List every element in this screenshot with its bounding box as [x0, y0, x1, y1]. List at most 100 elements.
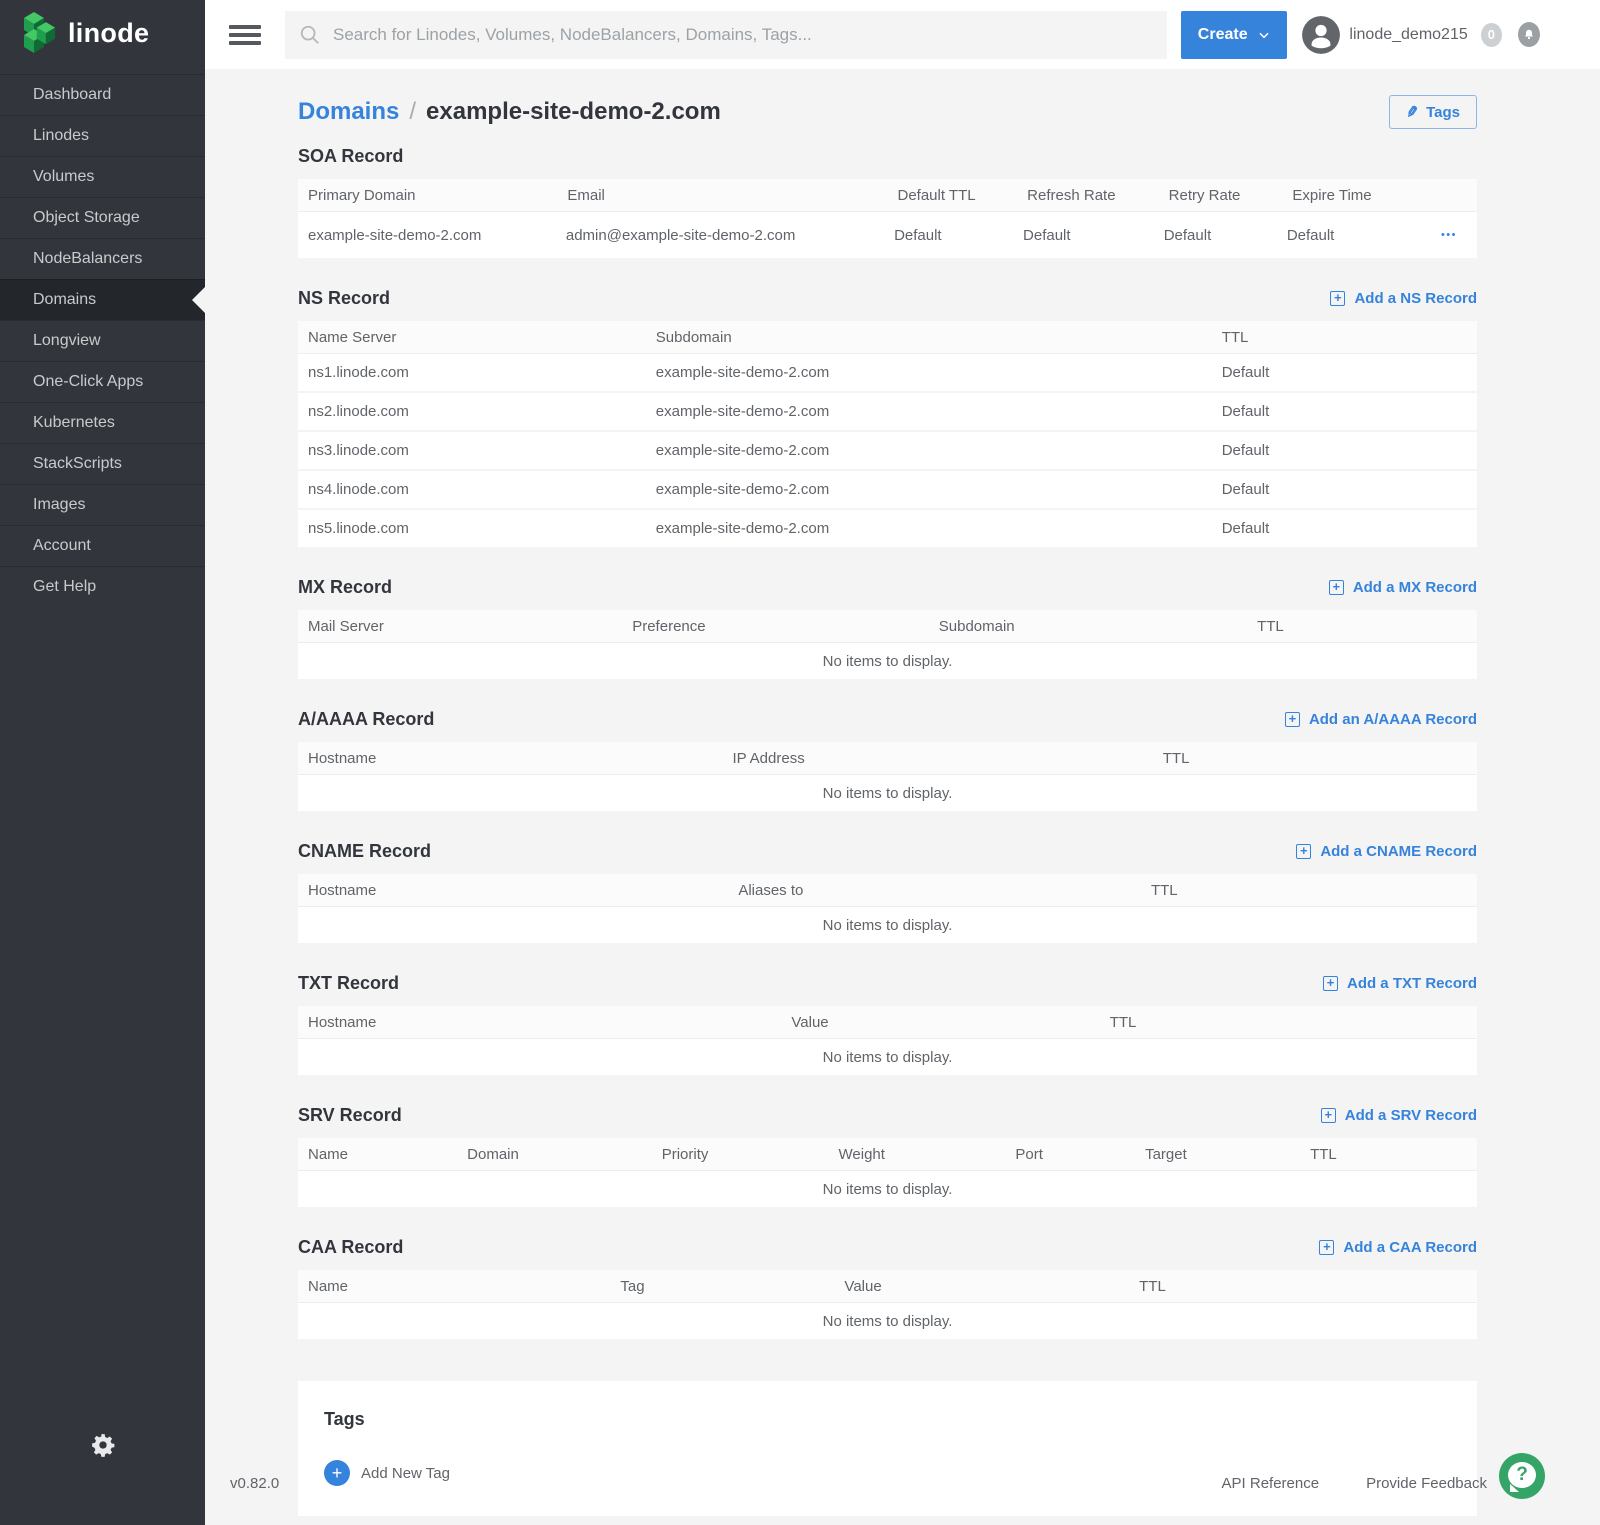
record-section-ns: NS Record + Add a NS Record Name ServerS…	[298, 285, 1477, 549]
linode-logo[interactable]: linode	[0, 0, 205, 64]
add-record-link-label: Add a CNAME Record	[1320, 843, 1477, 860]
table-cell: ns2.linode.com	[298, 403, 646, 420]
column-header: Email	[557, 187, 887, 204]
sidebar-item-account[interactable]: Account	[0, 525, 205, 566]
footer: v0.82.0 API Reference Provide Feedback	[205, 1453, 1600, 1525]
record-table: Name ServerSubdomainTTL ns1.linode.comex…	[298, 321, 1477, 549]
avatar	[1302, 16, 1340, 54]
sidebar-item-kubernetes[interactable]: Kubernetes	[0, 402, 205, 443]
sidebar-item-get-help[interactable]: Get Help	[0, 566, 205, 607]
record-table: Mail ServerPreferenceSubdomainTTL No ite…	[298, 610, 1477, 681]
section-title: SRV Record	[298, 1105, 402, 1126]
column-header: Refresh Rate	[1017, 187, 1158, 204]
add-record-link-caa[interactable]: + Add a CAA Record	[1319, 1239, 1477, 1256]
add-record-link-cname[interactable]: + Add a CNAME Record	[1296, 843, 1477, 860]
question-mark-icon: ?	[1508, 1462, 1536, 1488]
sidebar-item-label: Dashboard	[33, 86, 111, 104]
create-button-label: Create	[1198, 26, 1248, 44]
empty-text: No items to display.	[823, 785, 953, 802]
sidebar-item-one-click-apps[interactable]: One-Click Apps	[0, 361, 205, 402]
table-cell: ns4.linode.com	[298, 481, 646, 498]
sidebar-item-volumes[interactable]: Volumes	[0, 156, 205, 197]
empty-text: No items to display.	[823, 1313, 953, 1330]
record-section-caa: CAA Record + Add a CAA Record NameTagVal…	[298, 1234, 1477, 1341]
empty-text: No items to display.	[823, 1181, 953, 1198]
create-button[interactable]: Create	[1181, 11, 1287, 59]
record-table: HostnameAliases toTTL No items to displa…	[298, 874, 1477, 945]
row-actions-menu-icon[interactable]: •••	[1441, 229, 1477, 241]
user-menu[interactable]: linode_demo215	[1302, 16, 1467, 54]
empty-text: No items to display.	[823, 917, 953, 934]
sidebar-item-label: Images	[33, 496, 85, 514]
table-cell: example-site-demo-2.com	[646, 364, 1212, 381]
table-cell: ns1.linode.com	[298, 364, 646, 381]
plus-square-icon: +	[1330, 291, 1345, 306]
record-section-srv: SRV Record + Add a SRV Record NameDomain…	[298, 1102, 1477, 1209]
sidebar-item-dashboard[interactable]: Dashboard	[0, 74, 205, 115]
provide-feedback-link[interactable]: Provide Feedback	[1366, 1475, 1487, 1492]
search-input[interactable]	[331, 24, 1153, 46]
help-button[interactable]: ?	[1499, 1453, 1545, 1499]
column-header: Value	[781, 1014, 1099, 1031]
column-header: Domain	[457, 1146, 652, 1163]
add-record-link-txt[interactable]: + Add a TXT Record	[1323, 975, 1477, 992]
add-record-link-mx[interactable]: + Add a MX Record	[1329, 579, 1477, 596]
sidebar-item-label: Linodes	[33, 127, 89, 145]
page-title: example-site-demo-2.com	[426, 98, 721, 126]
section-title: TXT Record	[298, 973, 399, 994]
column-header: Hostname	[298, 1014, 781, 1031]
table-header-row: Name ServerSubdomainTTL	[298, 321, 1477, 354]
column-header: Value	[834, 1278, 1129, 1295]
linode-cubes-icon	[22, 12, 58, 54]
column-header: Port	[1005, 1146, 1135, 1163]
settings-gear-icon[interactable]	[86, 1428, 120, 1465]
sidebar-item-stackscripts[interactable]: StackScripts	[0, 443, 205, 484]
sidebar-item-longview[interactable]: Longview	[0, 320, 205, 361]
table-cell: Default	[1212, 442, 1477, 459]
table-row: ns1.linode.comexample-site-demo-2.comDef…	[298, 354, 1477, 393]
sidebar: linode Dashboard Linodes Volumes Object …	[0, 0, 205, 1525]
sidebar-item-linodes[interactable]: Linodes	[0, 115, 205, 156]
table-row: ns3.linode.comexample-site-demo-2.comDef…	[298, 432, 1477, 471]
table-body: example-site-demo-2.comadmin@example-sit…	[298, 212, 1477, 260]
column-header: TTL	[1153, 750, 1477, 767]
column-header: Aliases to	[728, 882, 1141, 899]
column-header: Name	[298, 1278, 610, 1295]
add-record-link-srv[interactable]: + Add a SRV Record	[1321, 1107, 1477, 1124]
breadcrumb-domains-link[interactable]: Domains	[298, 98, 399, 126]
column-header: Subdomain	[929, 618, 1247, 635]
table-row: example-site-demo-2.comadmin@example-sit…	[298, 212, 1477, 260]
plus-square-icon: +	[1329, 580, 1344, 595]
sidebar-item-images[interactable]: Images	[0, 484, 205, 525]
api-reference-link[interactable]: API Reference	[1222, 1475, 1320, 1492]
table-cell: Default	[1212, 520, 1477, 537]
table-cell: Default	[1212, 481, 1477, 498]
record-section-mx: MX Record + Add a MX Record Mail ServerP…	[298, 574, 1477, 681]
table-header-row: NameTagValueTTL	[298, 1270, 1477, 1303]
table-header-row: NameDomainPriorityWeightPortTargetTTL	[298, 1138, 1477, 1171]
footer-links: API Reference Provide Feedback	[1222, 1475, 1487, 1492]
search-icon	[299, 24, 321, 46]
empty-row: No items to display.	[298, 1039, 1477, 1077]
sidebar-item-object-storage[interactable]: Object Storage	[0, 197, 205, 238]
add-record-link-label: Add a MX Record	[1353, 579, 1477, 596]
bell-icon[interactable]	[1518, 22, 1540, 47]
record-sections: SOA Record Primary DomainEmailDefault TT…	[298, 143, 1477, 1341]
menu-icon[interactable]	[227, 21, 263, 49]
column-header: Preference	[622, 618, 929, 635]
notification-count-badge: 0	[1481, 23, 1502, 47]
column-header: Name	[298, 1146, 457, 1163]
column-header: TTL	[1212, 329, 1477, 346]
sidebar-item-nodebalancers[interactable]: NodeBalancers	[0, 238, 205, 279]
column-header: Hostname	[298, 750, 722, 767]
add-record-link-a[interactable]: + Add an A/AAAA Record	[1285, 711, 1477, 728]
column-header: TTL	[1129, 1278, 1477, 1295]
edit-tags-button[interactable]: ✎ Tags	[1389, 95, 1477, 129]
add-record-link-ns[interactable]: + Add a NS Record	[1330, 290, 1477, 307]
sidebar-item-domains[interactable]: Domains	[0, 279, 205, 320]
column-header: Weight	[829, 1146, 1006, 1163]
column-header: Hostname	[298, 882, 728, 899]
table-body: No items to display.	[298, 907, 1477, 945]
table-cell: example-site-demo-2.com	[646, 403, 1212, 420]
app-version: v0.82.0	[230, 1475, 279, 1492]
